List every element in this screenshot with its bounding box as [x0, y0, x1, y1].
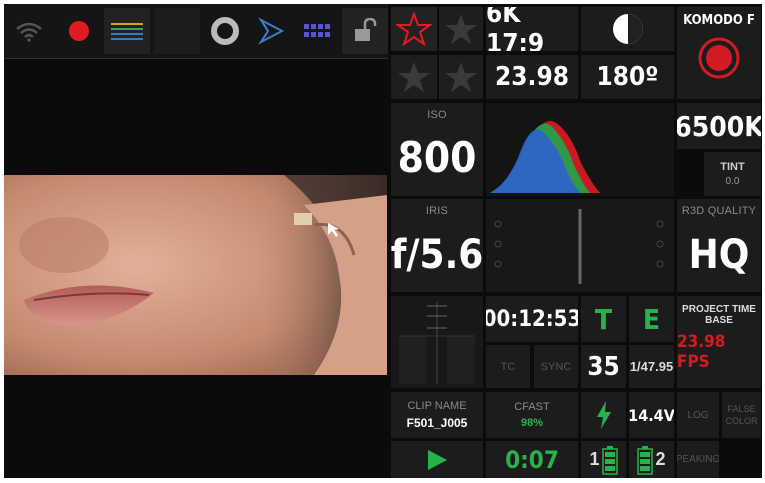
- iso-panel[interactable]: ISO 800: [391, 103, 483, 196]
- star-icon: [445, 62, 477, 92]
- shutter-readout[interactable]: 180º: [581, 55, 674, 99]
- waveform-lines-icon: [111, 23, 143, 40]
- level-indicator: [494, 209, 664, 284]
- battery-1[interactable]: 1: [581, 441, 626, 478]
- project-timebase-value: 23.98 FPS: [677, 332, 726, 372]
- clip-name-value: F501_J005: [406, 416, 468, 430]
- wifi-icon: [16, 22, 42, 42]
- peaking-button[interactable]: PEAKING: [677, 441, 719, 478]
- tint-panel[interactable]: TINT 0.0: [704, 152, 761, 196]
- grid-icon: [304, 24, 330, 37]
- toolbar-divider: [4, 58, 388, 59]
- half-circle-contrast-icon: [612, 14, 643, 44]
- exposure-button[interactable]: [581, 7, 674, 51]
- media-panel[interactable]: CFAST 98%: [486, 392, 578, 438]
- lens-ring-icon: [211, 17, 239, 45]
- battery-icon: [601, 445, 618, 475]
- record-target-icon: [698, 37, 740, 79]
- fps-readout[interactable]: 23.98: [486, 55, 578, 99]
- wifi-button[interactable]: [4, 4, 54, 58]
- battery-1-slot: 1: [589, 449, 600, 469]
- play-button[interactable]: [391, 441, 483, 478]
- resolution-readout[interactable]: 6K 17:9: [486, 7, 578, 51]
- grid-button[interactable]: [294, 4, 342, 58]
- camera-model-label: KOMODO F: [683, 13, 755, 28]
- power-source-button[interactable]: [581, 392, 626, 438]
- favorite-star-1[interactable]: [391, 7, 437, 51]
- play-icon: [428, 449, 447, 470]
- tc-button[interactable]: TC: [486, 345, 530, 388]
- lightning-icon: [596, 401, 611, 429]
- iris-value: f/5.6: [391, 231, 483, 278]
- record-dot-icon: [69, 21, 89, 41]
- quality-label: R3D QUALITY: [681, 205, 757, 217]
- timecode-readout[interactable]: 00:12:53: [486, 296, 578, 342]
- iso-value: 800: [397, 133, 477, 182]
- project-timebase-panel[interactable]: PROJECT TIME BASE 23.98 FPS: [677, 296, 761, 388]
- lock-button[interactable]: [342, 8, 388, 54]
- iso-label: ISO: [427, 109, 447, 121]
- favorite-star-2[interactable]: [439, 7, 483, 51]
- favorite-star-4[interactable]: [439, 55, 483, 99]
- star-active-icon: [396, 12, 432, 46]
- histogram: [486, 103, 674, 196]
- tint-label: TINT: [720, 161, 745, 173]
- false-color-button[interactable]: FALSE COLOR: [722, 392, 761, 438]
- star-icon: [398, 62, 430, 92]
- star-icon: [445, 14, 477, 44]
- battery-2-slot: 2: [655, 449, 666, 469]
- tint-value: 0.0: [725, 176, 740, 187]
- histogram-chart: [490, 121, 601, 193]
- playback-button[interactable]: [248, 4, 294, 58]
- battery-2[interactable]: 2: [629, 441, 674, 478]
- clip-name-label: CLIP NAME: [407, 400, 467, 412]
- level-panel: [486, 199, 674, 292]
- voltage-readout[interactable]: 14.4V: [629, 392, 674, 438]
- frames-readout[interactable]: 35: [581, 345, 626, 388]
- tally-t[interactable]: T: [581, 296, 626, 342]
- audio-meter-graphic: [399, 302, 475, 384]
- lens-button[interactable]: [202, 4, 248, 58]
- viewfinder-image[interactable]: [4, 175, 387, 375]
- quality-panel[interactable]: R3D QUALITY HQ: [677, 199, 761, 292]
- tally-e[interactable]: E: [629, 296, 674, 342]
- blank-slot: [154, 8, 200, 54]
- sync-button[interactable]: SYNC: [534, 345, 578, 388]
- media-label: CFAST: [514, 401, 550, 413]
- top-toolbar: [4, 4, 388, 58]
- clip-name-panel[interactable]: CLIP NAME F501_J005: [391, 392, 483, 438]
- battery-icon: [637, 445, 654, 475]
- iris-panel[interactable]: IRIS f/5.6: [391, 199, 483, 292]
- white-balance-readout[interactable]: 6500K: [677, 103, 761, 149]
- audio-meter-button[interactable]: [104, 8, 150, 54]
- quality-value: HQ: [688, 231, 750, 278]
- unlock-icon: [355, 18, 377, 41]
- project-timebase-label: PROJECT TIME BASE: [682, 304, 756, 326]
- camera-model-panel[interactable]: KOMODO F: [677, 7, 761, 99]
- log-button[interactable]: LOG: [677, 392, 719, 438]
- record-button[interactable]: [54, 4, 104, 58]
- iris-label: IRIS: [425, 205, 449, 217]
- record-duration[interactable]: 0:07: [486, 441, 578, 478]
- play-outline-icon: [258, 17, 285, 45]
- favorite-star-3[interactable]: [391, 55, 437, 99]
- audio-meters[interactable]: [391, 296, 483, 388]
- media-value: 98%: [520, 417, 544, 429]
- frame-rate-readout[interactable]: 1/47.95: [629, 345, 674, 388]
- face-closeup-image: [4, 175, 387, 375]
